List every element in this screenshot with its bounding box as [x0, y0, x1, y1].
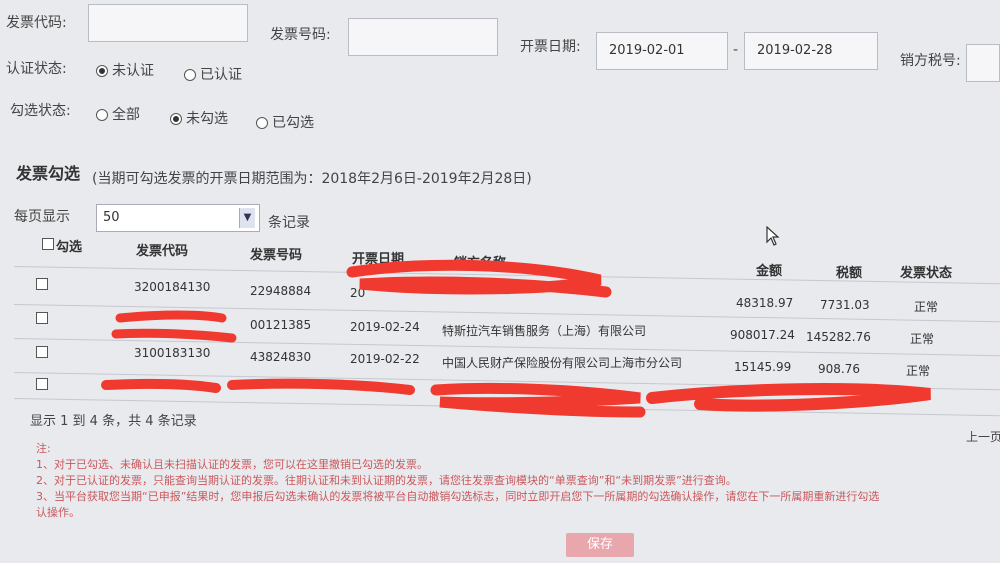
note-line: 3、当平台获取您当期“已申报”结果时，您申报后勾选未确认的发票将被平台自动撤销勾…: [36, 490, 880, 503]
save-button[interactable]: 保存: [566, 533, 634, 557]
prev-page-link[interactable]: 上一页: [966, 428, 1000, 445]
pager-summary: 显示 1 到 4 条，共 4 条记录: [30, 414, 197, 429]
note-line: 2、对于已认证的发票，只能查询当期认证的发票。往期认证和未到认证期的发票，请您往…: [36, 474, 737, 487]
notes-title: 注:: [36, 442, 51, 455]
note-line: 1、对于已勾选、未确认且未扫描认证的发票，您可以在这里撤销已勾选的发票。: [36, 458, 428, 471]
note-line: 认操作。: [36, 506, 80, 519]
